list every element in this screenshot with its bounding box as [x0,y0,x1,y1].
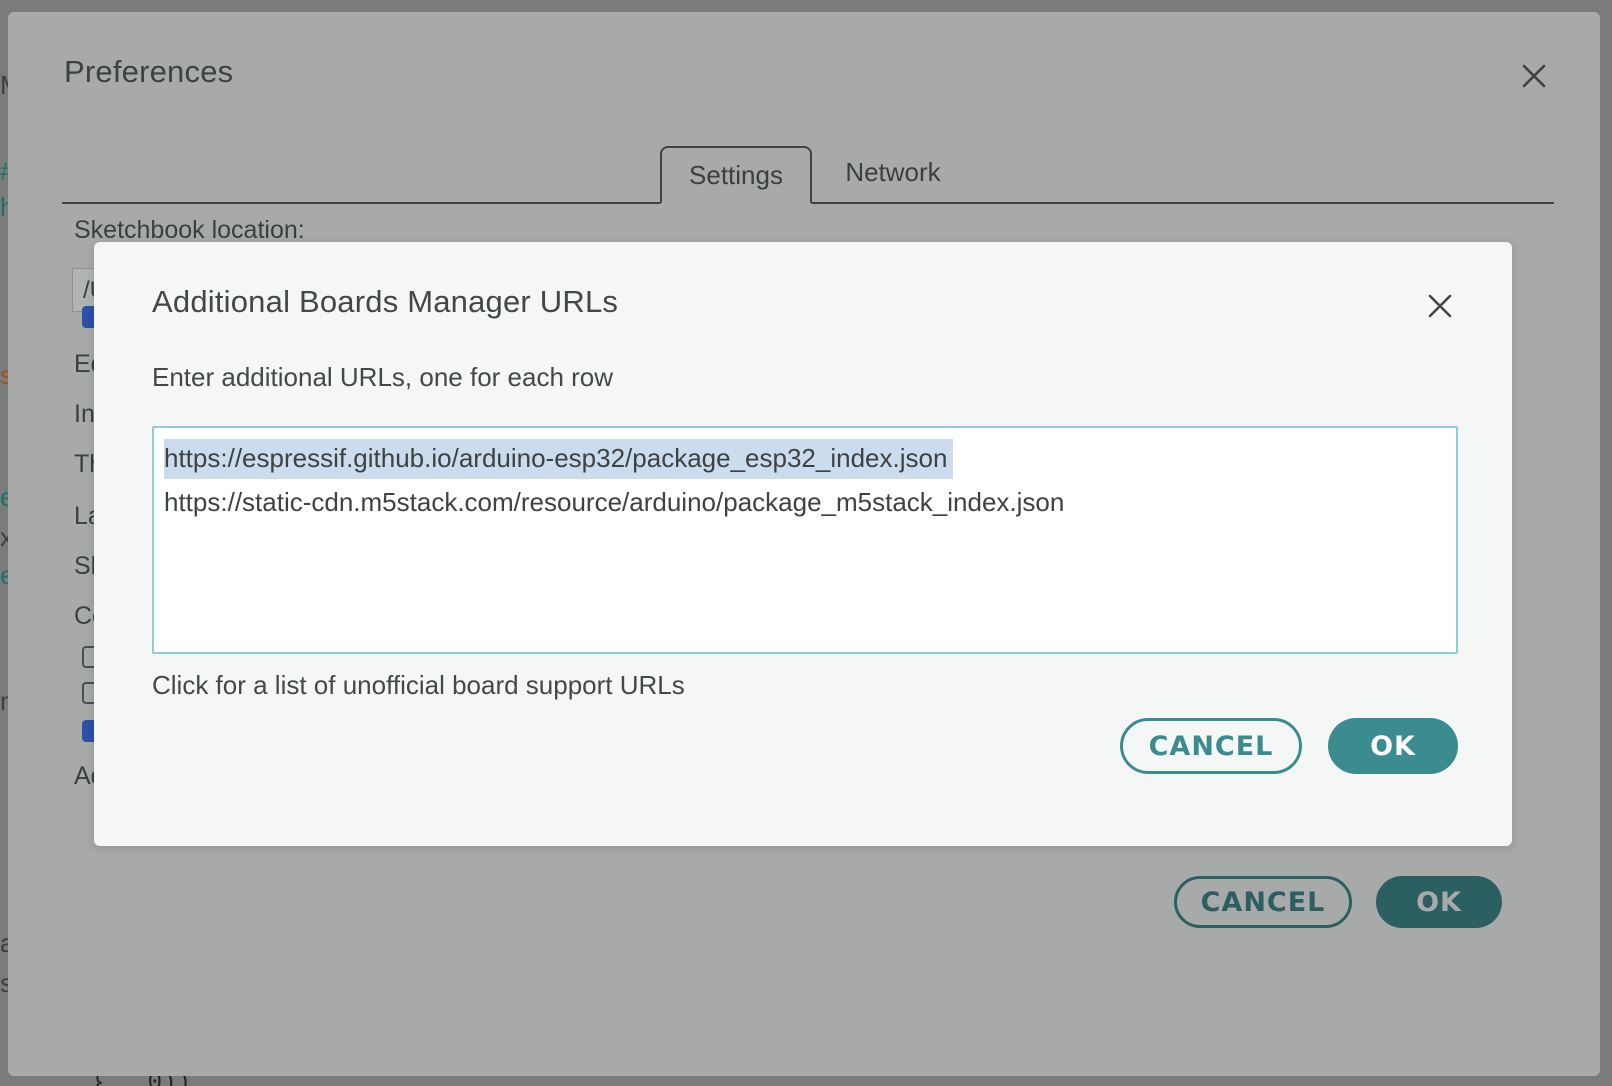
preferences-ok-button[interactable]: OK [1376,876,1502,928]
unofficial-urls-link[interactable]: Click for a list of unofficial board sup… [152,670,685,701]
sketchbook-location-label: Sketchbook location: [74,216,305,244]
preferences-tab-bar: Settings Network [62,132,1554,204]
tab-settings[interactable]: Settings [660,146,812,204]
close-icon [1522,64,1546,88]
url-row: https://espressif.github.io/arduino-esp3… [162,436,1448,480]
boards-manager-urls-dialog: Additional Boards Manager URLs Enter add… [94,242,1512,846]
url-text: https://static-cdn.m5stack.com/resource/… [164,487,1065,517]
url-text-selected: https://espressif.github.io/arduino-esp3… [164,439,954,479]
setting-label: In [74,400,95,428]
dialog-close-button[interactable] [1420,286,1460,326]
close-icon [1428,294,1452,318]
url-row: https://static-cdn.m5stack.com/resource/… [162,480,1448,524]
dialog-description: Enter additional URLs, one for each row [152,362,614,392]
dialog-cancel-button[interactable]: CANCEL [1120,718,1302,774]
dialog-title: Additional Boards Manager URLs [152,284,619,319]
preferences-close-button[interactable] [1514,56,1554,96]
preferences-title: Preferences [64,54,234,89]
urls-textarea[interactable]: https://espressif.github.io/arduino-esp3… [152,426,1458,654]
tab-network[interactable]: Network [828,146,958,198]
preferences-cancel-button[interactable]: CANCEL [1174,876,1352,928]
dialog-ok-button[interactable]: OK [1328,718,1458,774]
